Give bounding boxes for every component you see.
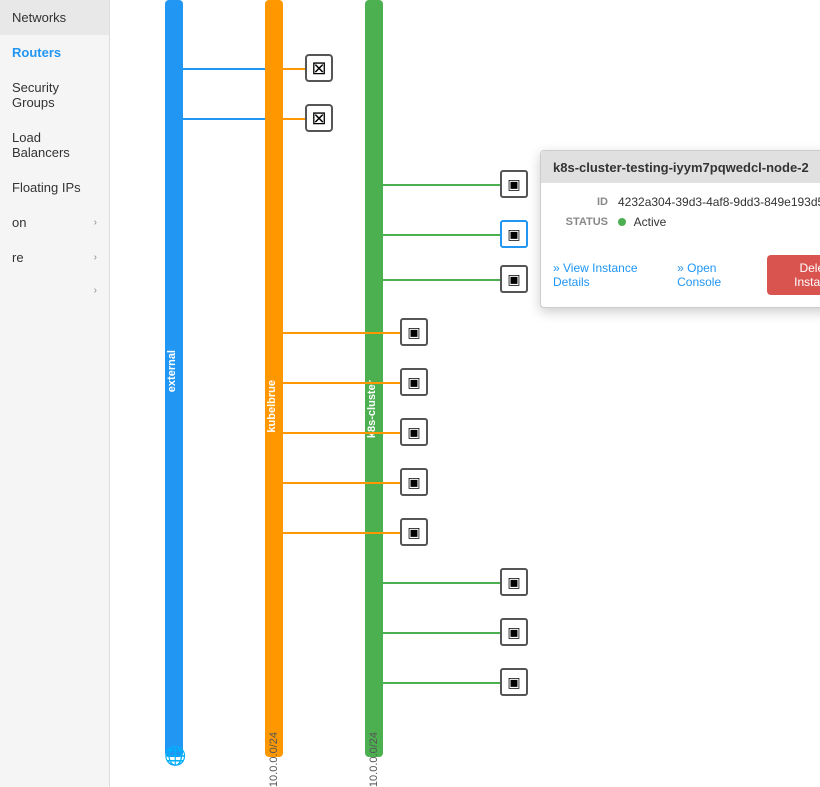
sidebar-item-on[interactable]: on › [0, 205, 109, 240]
popup-status-row: STATUS Active [553, 215, 820, 229]
instance-node-1[interactable]: ▣ [500, 170, 528, 198]
subnet-label-k8s-cluster: 10.0.0.0/24 [368, 732, 380, 787]
sidebar-item-load-balancers[interactable]: Load Balancers [0, 120, 109, 170]
chevron-right-icon: › [94, 217, 97, 228]
instance-icon-10: ▣ [507, 624, 520, 641]
sidebar-item-re[interactable]: re › [0, 240, 109, 275]
topology-main: external kubelbrue k8s-cluster 10.0.0.0/… [110, 0, 820, 787]
topology-canvas: external kubelbrue k8s-cluster 10.0.0.0/… [110, 0, 820, 787]
connector-inst9 [375, 582, 505, 584]
connector-inst3 [375, 279, 505, 281]
open-console-link[interactable]: » Open Console [677, 261, 756, 289]
connector-inst7 [275, 482, 403, 484]
popup-title: k8s-cluster-testing-iyym7pqwedcl-node-2 [553, 160, 809, 175]
instance-icon-8: ▣ [407, 524, 420, 541]
instance-node-6[interactable]: ▣ [400, 418, 428, 446]
popup-id-value: 4232a304-39d3-4af8-9dd3-849e193d5cfc [618, 195, 820, 209]
sidebar-item-routers-label: Routers [12, 45, 61, 60]
instance-node-9[interactable]: ▣ [500, 568, 528, 596]
popup-body: ID 4232a304-39d3-4af8-9dd3-849e193d5cfc … [541, 183, 820, 247]
instance-node-8[interactable]: ▣ [400, 518, 428, 546]
sidebar-item-load-balancers-label: Load Balancers [12, 130, 97, 160]
instance-node-3[interactable]: ▣ [500, 265, 528, 293]
delete-instance-button[interactable]: Delete Instance [767, 255, 820, 295]
connector-inst4 [275, 332, 403, 334]
popup-id-label: ID [553, 196, 608, 208]
connector-inst5 [275, 382, 403, 384]
connector-inst6 [275, 432, 403, 434]
network-bar-k8s-cluster [365, 0, 383, 757]
instance-icon-7: ▣ [407, 474, 420, 491]
sidebar: Networks Routers Security Groups Load Ba… [0, 0, 110, 787]
sidebar-item-networks-label: Networks [12, 10, 66, 25]
popup-status-text: Active [634, 215, 667, 229]
instance-icon-6: ▣ [407, 424, 420, 441]
router-icon-1: ⊠ [311, 58, 326, 79]
sidebar-item-floating-ips-label: Floating IPs [12, 180, 81, 195]
instance-node-11[interactable]: ▣ [500, 668, 528, 696]
instance-icon-3: ▣ [507, 271, 520, 288]
popup-actions: » View Instance Details » Open Console D… [541, 247, 820, 307]
network-bar-external [165, 0, 183, 757]
instance-node-7[interactable]: ▣ [400, 468, 428, 496]
sidebar-item-security-groups[interactable]: Security Groups [0, 70, 109, 120]
connector-inst2 [375, 234, 505, 236]
router-node-1[interactable]: ⊠ [305, 54, 333, 82]
sidebar-item-networks[interactable]: Networks [0, 0, 109, 35]
chevron-right-icon-3: › [94, 285, 97, 296]
globe-icon: 🌐 [164, 746, 186, 767]
sidebar-item-re-label: re [12, 250, 24, 265]
subnet-label-kubelbrue: 10.0.0.0/24 [268, 732, 280, 787]
status-dot-icon [618, 218, 626, 226]
popup-header: k8s-cluster-testing-iyym7pqwedcl-node-2 … [541, 151, 820, 183]
instance-icon-9: ▣ [507, 574, 520, 591]
sidebar-item-extra[interactable]: › [0, 275, 109, 306]
router-node-2[interactable]: ⊠ [305, 104, 333, 132]
view-instance-link[interactable]: » View Instance Details [553, 261, 667, 289]
popup-status-label: STATUS [553, 216, 608, 228]
popup-id-row: ID 4232a304-39d3-4af8-9dd3-849e193d5cfc [553, 195, 820, 209]
instance-icon-5: ▣ [407, 374, 420, 391]
instance-icon-11: ▣ [507, 674, 520, 691]
connector-inst8 [275, 532, 403, 534]
instance-node-4[interactable]: ▣ [400, 318, 428, 346]
instance-icon-4: ▣ [407, 324, 420, 341]
network-bar-kubelbrue [265, 0, 283, 757]
popup-status-value: Active [618, 215, 666, 229]
connector-inst1 [375, 184, 505, 186]
instance-icon-1: ▣ [507, 176, 520, 193]
connector-inst10 [375, 632, 505, 634]
sidebar-item-on-label: on [12, 215, 26, 230]
connector-inst11 [375, 682, 505, 684]
instance-node-5[interactable]: ▣ [400, 368, 428, 396]
instance-node-2[interactable]: ▣ [500, 220, 528, 248]
sidebar-item-routers[interactable]: Routers [0, 35, 109, 70]
sidebar-item-floating-ips[interactable]: Floating IPs [0, 170, 109, 205]
chevron-right-icon-2: › [94, 252, 97, 263]
instance-icon-2: ▣ [507, 226, 520, 243]
router-icon-2: ⊠ [311, 108, 326, 129]
sidebar-item-security-groups-label: Security Groups [12, 80, 97, 110]
instance-popup: k8s-cluster-testing-iyym7pqwedcl-node-2 … [540, 150, 820, 308]
instance-node-10[interactable]: ▣ [500, 618, 528, 646]
